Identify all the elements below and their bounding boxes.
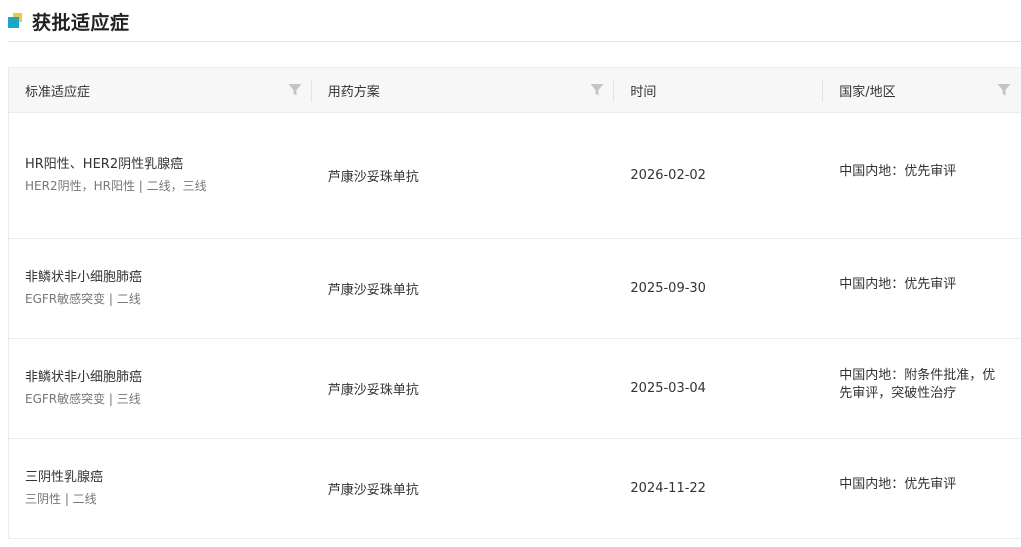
indication-cell: 非鳞状非小细胞肺癌 EGFR敏感突变 | 三线 bbox=[9, 339, 312, 438]
indication-name: HR阳性、HER2阴性乳腺癌 bbox=[25, 157, 184, 172]
column-header-time: 时间 bbox=[614, 68, 824, 112]
section-header: 获批适应症 bbox=[8, 8, 130, 34]
column-header-indication: 标准适应症 bbox=[9, 68, 312, 112]
indication-detail: EGFR敏感突变 | 三线 bbox=[25, 392, 141, 406]
indication-detail: EGFR敏感突变 | 二线 bbox=[25, 292, 141, 306]
column-header-regimen: 用药方案 bbox=[312, 68, 615, 112]
date-cell: 2025-09-30 bbox=[630, 281, 706, 296]
indication-name: 非鳞状非小细胞肺癌 bbox=[25, 270, 143, 285]
table-header: 标准适应症 用药方案 时间 国家/地区 bbox=[9, 67, 1021, 113]
region-cell: 中国内地：优先审评 bbox=[823, 239, 1021, 338]
date-cell: 2024-11-22 bbox=[630, 481, 706, 496]
column-label-region: 国家/地区 bbox=[839, 84, 896, 100]
region-text: 中国内地：优先审评 bbox=[839, 277, 957, 292]
column-label-indication: 标准适应症 bbox=[25, 84, 91, 100]
indication-name: 非鳞状非小细胞肺癌 bbox=[25, 370, 143, 385]
region-text: 中国内地：附条件批准，优先审评，突破性治疗 bbox=[839, 368, 996, 401]
section-logo-icon bbox=[8, 13, 24, 29]
region-text: 中国内地：优先审评 bbox=[839, 164, 957, 179]
indication-cell: 非鳞状非小细胞肺癌 EGFR敏感突变 | 二线 bbox=[9, 239, 312, 338]
regimen-cell: 芦康沙妥珠单抗 bbox=[327, 170, 419, 185]
column-header-region: 国家/地区 bbox=[823, 68, 1021, 112]
indication-cell: 三阴性乳腺癌 三阴性 | 二线 bbox=[9, 439, 312, 538]
region-cell: 中国内地：优先审评 bbox=[823, 113, 1021, 238]
section-divider bbox=[8, 41, 1021, 42]
indication-name: 三阴性乳腺癌 bbox=[25, 470, 104, 485]
table-row: 三阴性乳腺癌 三阴性 | 二线 芦康沙妥珠单抗 2024-11-22 中国内地：… bbox=[9, 439, 1021, 539]
section-title: 获批适应症 bbox=[32, 11, 130, 34]
column-label-time: 时间 bbox=[630, 84, 657, 100]
region-cell: 中国内地：优先审评 bbox=[823, 439, 1021, 538]
region-text: 中国内地：优先审评 bbox=[839, 477, 957, 492]
indication-detail: 三阴性 | 二线 bbox=[25, 492, 97, 506]
indication-cell: HR阳性、HER2阴性乳腺癌 HER2阴性，HR阳性 | 二线，三线 bbox=[9, 113, 312, 238]
table-row: HR阳性、HER2阴性乳腺癌 HER2阴性，HR阳性 | 二线，三线 芦康沙妥珠… bbox=[9, 113, 1021, 239]
filter-icon[interactable] bbox=[590, 83, 604, 97]
column-label-regimen: 用药方案 bbox=[327, 84, 380, 100]
date-cell: 2025-03-04 bbox=[630, 381, 706, 396]
regimen-cell: 芦康沙妥珠单抗 bbox=[327, 383, 419, 398]
regimen-cell: 芦康沙妥珠单抗 bbox=[327, 283, 419, 298]
indication-detail: HER2阴性，HR阳性 | 二线，三线 bbox=[25, 179, 207, 193]
date-cell: 2026-02-02 bbox=[630, 168, 706, 183]
regimen-cell: 芦康沙妥珠单抗 bbox=[327, 483, 419, 498]
region-cell: 中国内地：附条件批准，优先审评，突破性治疗 bbox=[823, 339, 1021, 438]
table-row: 非鳞状非小细胞肺癌 EGFR敏感突变 | 二线 芦康沙妥珠单抗 2025-09-… bbox=[9, 239, 1021, 339]
table-row: 非鳞状非小细胞肺癌 EGFR敏感突变 | 三线 芦康沙妥珠单抗 2025-03-… bbox=[9, 339, 1021, 439]
filter-icon[interactable] bbox=[997, 83, 1011, 97]
filter-icon[interactable] bbox=[288, 83, 302, 97]
indications-table: 标准适应症 用药方案 时间 国家/地区 HR阳性、HER2阴性乳腺癌 HER2阴… bbox=[8, 67, 1021, 539]
